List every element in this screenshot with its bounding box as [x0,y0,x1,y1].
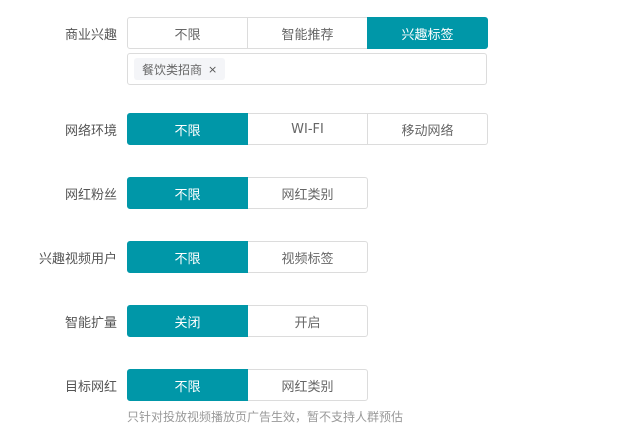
smart-expansion-selector: 关闭 开启 [127,305,368,337]
row-business-interest: 商业兴趣 不限 智能推荐 兴趣标签 [0,17,488,49]
option-unlimited[interactable]: 不限 [127,113,248,145]
video-interest-selector: 不限 视频标签 [127,241,368,273]
option-unlimited[interactable]: 不限 [127,369,248,401]
row-target-influencer: 目标网红 不限 网红类别 [0,369,368,401]
row-label: 智能扩量 [64,315,117,331]
target-influencer-selector: 不限 网红类别 [127,369,368,401]
hint-text: 只针对投放视频播放页广告生效，暂不支持人群预估 [127,410,404,424]
option-interest-tags[interactable]: 兴趣标签 [367,17,488,49]
influencer-fans-selector: 不限 网红类别 [127,177,368,209]
row-label: 兴趣视频用户 [38,251,117,267]
row-label: 网络环境 [64,123,117,139]
row-smart-expansion: 智能扩量 关闭 开启 [0,305,368,337]
option-unlimited[interactable]: 不限 [127,241,248,273]
option-on[interactable]: 开启 [247,305,368,337]
option-smart-recommend[interactable]: 智能推荐 [247,17,368,49]
row-influencer-fans: 网红粉丝 不限 网红类别 [0,177,368,209]
business-interest-selector: 不限 智能推荐 兴趣标签 [127,17,488,49]
network-selector: 不限 WI-FI 移动网络 [127,113,488,145]
option-unlimited[interactable]: 不限 [127,17,248,49]
tag-label: 餐饮类招商 [142,62,203,77]
row-network: 网络环境 不限 WI-FI 移动网络 [0,113,488,145]
option-influencer-category[interactable]: 网红类别 [247,177,368,209]
option-video-tags[interactable]: 视频标签 [247,241,368,273]
option-wifi[interactable]: WI-FI [247,113,368,145]
option-unlimited[interactable]: 不限 [127,177,248,209]
interest-tag-input[interactable]: 餐饮类招商 × [127,53,487,85]
row-label: 商业兴趣 [64,27,117,43]
interest-tag: 餐饮类招商 × [134,58,226,80]
row-label: 网红粉丝 [64,187,117,203]
row-label: 目标网红 [64,379,117,395]
row-video-interest: 兴趣视频用户 不限 视频标签 [0,241,368,273]
option-off[interactable]: 关闭 [127,305,248,337]
option-mobile-network[interactable]: 移动网络 [367,113,488,145]
close-icon[interactable]: × [208,63,217,76]
option-influencer-category[interactable]: 网红类别 [247,369,368,401]
